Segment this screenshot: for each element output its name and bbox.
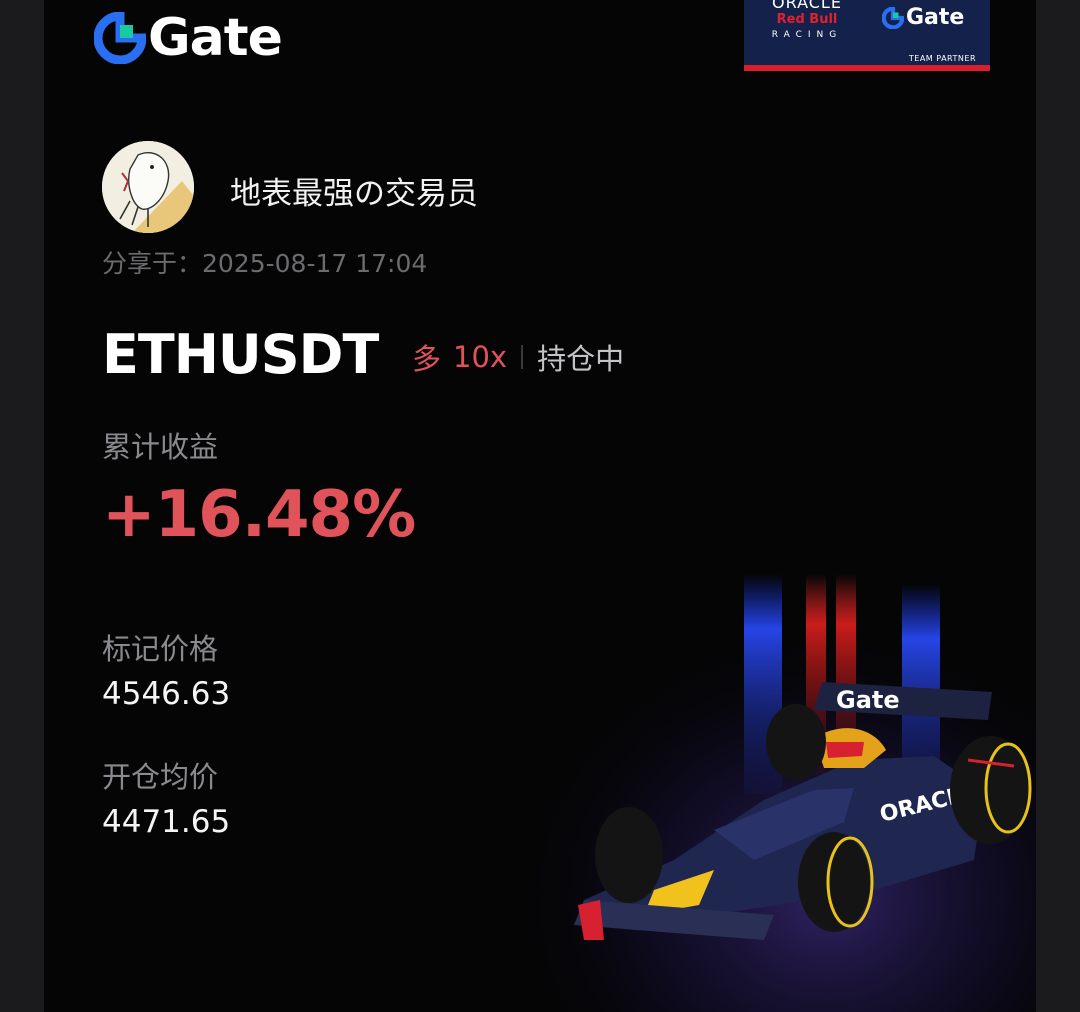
entry-price-value: 4471.65: [102, 804, 231, 840]
mark-price-label: 标记价格: [102, 632, 219, 666]
team-partner-text: TEAM PARTNER: [908, 54, 976, 63]
race-car-illustration: Gate ORACLE: [514, 560, 1036, 1012]
svg-text:Gate: Gate: [836, 686, 900, 714]
trading-pair: ETHUSDT: [102, 323, 379, 386]
redbull-text: Red Bull: [776, 12, 838, 27]
avatar[interactable]: [102, 141, 194, 233]
position-tags: 多 10x 持仓中: [412, 336, 624, 378]
position-status: 持仓中: [537, 342, 625, 376]
tag-divider: [521, 345, 524, 369]
entry-price-label: 开仓均价: [102, 760, 219, 794]
gate-badge-icon: [882, 6, 904, 29]
position-side: 多: [412, 342, 442, 376]
pnl-value: +16.48%: [102, 478, 416, 552]
share-card: Gate ORACLE Red Bull RACING Gate TEAM PA…: [44, 0, 1036, 1012]
badge-gate-text: Gate: [906, 5, 965, 30]
avatar-illustration: [102, 141, 194, 233]
gate-logo-text: Gate: [148, 8, 283, 68]
team-partner-badge: ORACLE Red Bull RACING Gate TEAM PARTNER: [744, 0, 990, 71]
gate-logo-icon: [94, 12, 146, 64]
mark-price-value: 4546.63: [102, 676, 231, 712]
shared-timestamp: 分享于：2025-08-17 17:04: [102, 249, 428, 278]
pnl-label: 累计收益: [102, 430, 219, 464]
username: 地表最强の交易员: [230, 176, 478, 212]
gate-logo: Gate: [94, 8, 283, 68]
racing-text: RACING: [771, 30, 843, 40]
oracle-text: ORACLE: [772, 0, 842, 12]
leverage: 10x: [453, 340, 508, 374]
